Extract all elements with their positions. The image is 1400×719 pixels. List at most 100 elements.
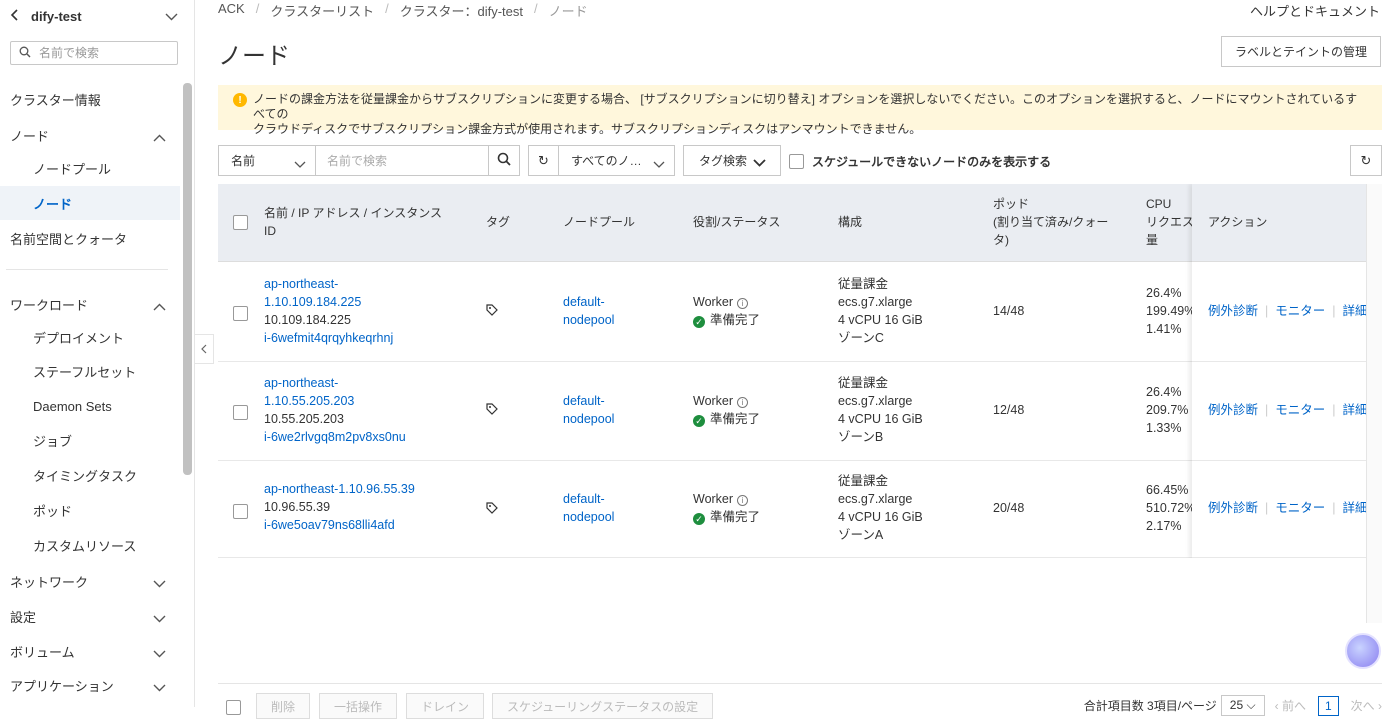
search-icon — [497, 152, 511, 169]
sidebar-group-workloads[interactable]: ワークロード — [0, 287, 180, 321]
sidebar-item-label: 設定 — [10, 609, 37, 625]
checkbox[interactable] — [789, 154, 804, 169]
sidebar-group-network[interactable]: ネットワーク — [0, 564, 180, 598]
node-name-cell: ap-northeast-1.10.96.55.39 10.96.55.39 i… — [264, 480, 415, 534]
instance-id-link[interactable]: i-6we2rlvgq8m2pv8xs0nu — [264, 430, 406, 444]
row-checkbox[interactable] — [233, 306, 248, 321]
sidebar-item-nodepools[interactable]: ノードプール — [0, 151, 180, 185]
sidebar-group-nodes[interactable]: ノード — [0, 118, 180, 152]
nodes-table: 名前 / IP アドレス / インスタンス ID タグ ノードプール 役割/ステ… — [218, 184, 1366, 558]
total-items: 合計項目数 3項目/ページ — [1083, 699, 1217, 713]
page-size-select[interactable]: 25 ⌵ — [1220, 695, 1265, 716]
node-name-link[interactable]: ap-northeast- — [264, 277, 338, 291]
tag-icon[interactable] — [486, 303, 498, 321]
info-icon[interactable]: i — [737, 495, 749, 506]
node-name-link[interactable]: ap-northeast- — [264, 376, 338, 390]
nodepool-link[interactable]: default- — [563, 492, 605, 506]
info-icon[interactable]: i — [737, 397, 749, 408]
diagnose-link[interactable]: 例外診断 — [1208, 403, 1258, 417]
sidebar-search-input[interactable] — [39, 46, 169, 60]
batch-ops-button[interactable]: 一括操作 — [319, 693, 398, 719]
ai-assistant-button[interactable] — [1345, 633, 1381, 669]
instance-id-link[interactable]: i-6wefmit4qrqyhkeqrhnj — [264, 331, 393, 345]
breadcrumb-item[interactable]: クラスター：dify-test — [400, 1, 523, 20]
nodepool-select[interactable]: すべてのノ… — [558, 145, 675, 176]
nodepool-link[interactable]: nodepool — [563, 412, 614, 426]
diagnose-link[interactable]: 例外診断 — [1208, 304, 1258, 318]
sidebar-search[interactable] — [10, 41, 178, 65]
details-dropdown[interactable]: 詳細 ▾ — [1343, 304, 1366, 318]
sidebar-scrollbar[interactable] — [183, 83, 192, 475]
schedule-status-button[interactable]: スケジューリングステータスの設定 — [492, 693, 714, 719]
sidebar-item-label: アプリケーション — [10, 678, 114, 694]
sidebar-item-jobs[interactable]: ジョブ — [0, 423, 180, 457]
refresh-nodepool-button[interactable]: ↻ — [528, 145, 559, 176]
select-all-bottom-checkbox[interactable] — [226, 700, 241, 715]
table-scrollbar[interactable] — [1366, 184, 1382, 623]
prev-page-button[interactable]: ‹ 前へ — [1275, 697, 1306, 714]
details-dropdown[interactable]: 詳細 ▾ — [1343, 403, 1366, 417]
info-icon[interactable]: i — [737, 298, 749, 309]
sidebar-item-statefulsets[interactable]: ステーフルセット — [0, 354, 180, 388]
sidebar-group-volumes[interactable]: ボリューム — [0, 634, 180, 668]
drain-button[interactable]: ドレイン — [406, 693, 485, 719]
search-icon — [19, 46, 31, 61]
diagnose-link[interactable]: 例外診断 — [1208, 501, 1258, 515]
back-arrow-icon[interactable] — [10, 8, 19, 24]
filter-field-select[interactable]: 名前 — [218, 145, 316, 176]
sidebar-item-nodes[interactable]: ノード — [0, 186, 180, 220]
row-actions: 例外診断|モニター|詳細 ▾ — [1208, 401, 1366, 419]
row-checkbox[interactable] — [233, 504, 248, 519]
instance-id-link[interactable]: i-6we5oav79ns68lli4afd — [264, 518, 395, 532]
col-actions: アクション — [1208, 215, 1268, 229]
sidebar-item-cluster-info[interactable]: クラスター情報 — [0, 82, 180, 116]
sidebar-item-custom-resources[interactable]: カスタムリソース — [0, 528, 180, 562]
row-actions: 例外診断|モニター|詳細 ▾ — [1208, 302, 1366, 320]
chevron-down-icon[interactable] — [165, 9, 178, 24]
node-ip: 10.109.184.225 — [264, 313, 351, 327]
chevron-down-icon — [153, 680, 166, 695]
sidebar-group-applications[interactable]: アプリケーション — [0, 668, 180, 702]
sidebar-item-daemonsets[interactable]: Daemon Sets — [0, 389, 180, 423]
details-dropdown[interactable]: 詳細 ▾ — [1343, 501, 1366, 515]
monitor-link[interactable]: モニター — [1275, 304, 1325, 318]
sidebar-item-label: ボリューム — [10, 644, 75, 660]
nodepool-link[interactable]: nodepool — [563, 510, 614, 524]
delete-button[interactable]: 削除 — [256, 693, 311, 719]
node-search-input[interactable] — [327, 153, 477, 168]
tag-search-button[interactable]: タグ検索 — [683, 145, 781, 176]
node-name-link[interactable]: 1.10.109.184.225 — [264, 295, 361, 309]
nodepool-link[interactable]: default- — [563, 295, 605, 309]
monitor-link[interactable]: モニター — [1275, 501, 1325, 515]
refresh-table-button[interactable]: ↻ — [1350, 145, 1382, 176]
check-circle-icon: ✓ — [693, 513, 705, 525]
next-label: 次へ — [1350, 699, 1375, 713]
help-docs-link[interactable]: ヘルプとドキュメント — [1250, 1, 1380, 20]
node-search-field[interactable] — [315, 145, 489, 176]
next-page-button[interactable]: 次へ › — [1351, 697, 1382, 714]
sidebar-group-config[interactable]: 設定 — [0, 599, 180, 633]
cluster-header[interactable]: dify-test — [10, 6, 180, 26]
sidebar-collapse-button[interactable] — [195, 334, 214, 364]
monitor-link[interactable]: モニター — [1275, 403, 1325, 417]
sidebar-item-namespaces[interactable]: 名前空間とクォータ — [0, 221, 180, 255]
breadcrumb-item[interactable]: ACK — [218, 1, 245, 20]
breadcrumb-item[interactable]: クラスターリスト — [270, 1, 374, 20]
node-ip: 10.55.205.203 — [264, 412, 344, 426]
sidebar-item-pods[interactable]: ポッド — [0, 493, 180, 527]
search-button[interactable] — [488, 145, 520, 176]
unschedulable-only-checkbox[interactable]: スケジュールできないノードのみを表示する — [789, 153, 1051, 170]
nodepool-link[interactable]: default- — [563, 394, 605, 408]
sidebar-item-deployments[interactable]: デプロイメント — [0, 320, 180, 354]
row-checkbox[interactable] — [233, 405, 248, 420]
tag-icon[interactable] — [486, 501, 498, 519]
nodepool-cell: default- nodepool — [563, 490, 614, 526]
node-name-link[interactable]: ap-northeast-1.10.96.55.39 — [264, 482, 415, 496]
tag-icon[interactable] — [486, 402, 498, 420]
label-taint-button[interactable]: ラベルとテイントの管理 — [1221, 36, 1381, 67]
nodepool-link[interactable]: nodepool — [563, 313, 614, 327]
sidebar-item-cronjobs[interactable]: タイミングタスク — [0, 458, 180, 492]
current-page[interactable]: 1 — [1317, 695, 1339, 716]
node-name-link[interactable]: 1.10.55.205.203 — [264, 394, 354, 408]
select-all-checkbox[interactable] — [233, 215, 248, 230]
